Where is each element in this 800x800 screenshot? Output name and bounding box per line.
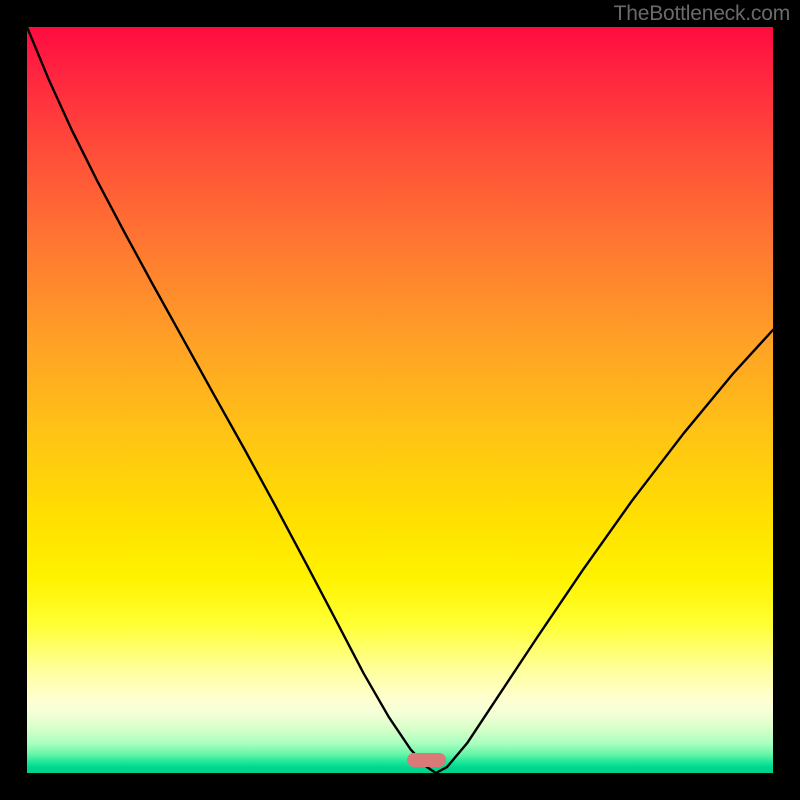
watermark-text: TheBottleneck.com — [614, 2, 790, 26]
plot-area — [27, 27, 773, 773]
bottleneck-curve — [27, 27, 773, 773]
chart-frame: TheBottleneck.com — [0, 0, 800, 800]
optimum-marker — [407, 753, 446, 767]
